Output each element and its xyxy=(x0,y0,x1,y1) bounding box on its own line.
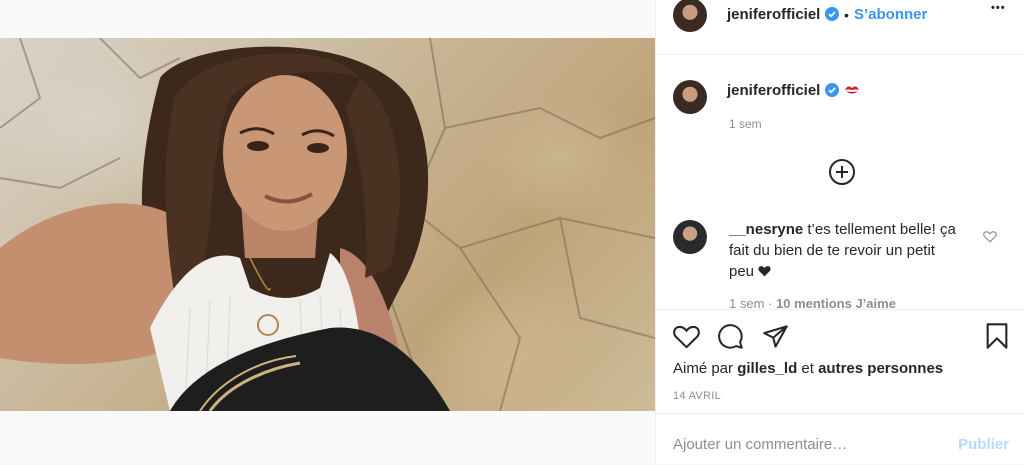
post-side-panel: jeniferofficiel • S’abonner ••• jenifero… xyxy=(655,0,1024,464)
likes-user[interactable]: gilles_ld xyxy=(737,360,797,377)
post-media-area xyxy=(0,0,655,464)
like-comment-heart-icon[interactable] xyxy=(983,230,997,243)
commenter-username[interactable]: __nesryne xyxy=(729,221,803,238)
photo-illustration xyxy=(0,38,655,411)
likes-summary: Aimé par gilles_ld et autres personnes xyxy=(673,360,943,377)
more-options-button[interactable]: ••• xyxy=(991,2,1006,14)
comment-bubble-icon[interactable] xyxy=(717,323,744,350)
verified-badge-icon xyxy=(825,83,839,97)
likes-connector: et xyxy=(801,360,814,377)
follow-separator: • xyxy=(844,7,849,23)
post-header: jeniferofficiel • S’abonner ••• xyxy=(656,0,1024,55)
like-heart-icon[interactable] xyxy=(673,324,700,349)
black-heart-icon xyxy=(758,266,771,277)
caption-timestamp: 1 sem xyxy=(729,117,762,131)
caption-avatar[interactable] xyxy=(673,80,707,114)
caption-username[interactable]: jeniferofficiel xyxy=(727,82,820,99)
load-more-comments-icon[interactable] xyxy=(828,158,856,186)
author-avatar[interactable] xyxy=(673,0,707,32)
follow-button[interactable]: S’abonner xyxy=(854,6,927,23)
post-photo[interactable] xyxy=(0,38,655,411)
likes-others[interactable]: autres personnes xyxy=(818,360,943,377)
comment-composer: Ajouter un commentaire… Publier xyxy=(656,413,1024,465)
verified-badge-icon xyxy=(825,7,839,21)
comment-input[interactable]: Ajouter un commentaire… xyxy=(673,436,847,453)
commenter-avatar[interactable] xyxy=(673,220,707,254)
save-bookmark-icon[interactable] xyxy=(985,322,1009,350)
post-date: 14 AVRIL xyxy=(673,390,722,402)
author-username[interactable]: jeniferofficiel xyxy=(727,6,820,23)
comment-body: __nesryne t’es tellement belle! ça fait … xyxy=(729,219,964,282)
likes-prefix: Aimé par xyxy=(673,360,734,377)
kiss-mark-icon xyxy=(845,86,859,94)
post-actions: Aimé par gilles_ld et autres personnes 1… xyxy=(656,309,1024,414)
share-plane-icon[interactable] xyxy=(762,324,789,349)
publish-button[interactable]: Publier xyxy=(958,436,1009,453)
